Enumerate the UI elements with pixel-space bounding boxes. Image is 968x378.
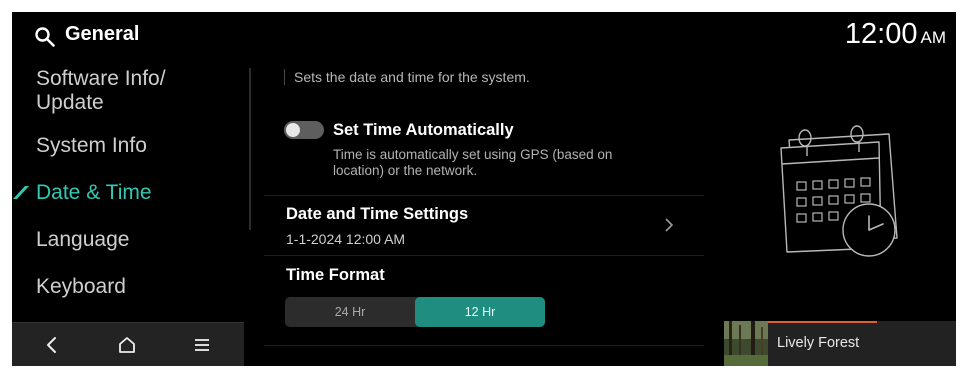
sidebar-item-label: Date & Time: [36, 181, 152, 204]
back-icon[interactable]: [40, 333, 64, 357]
sidebar-item-software-info[interactable]: Software Info/ Update: [36, 67, 236, 115]
page-description: Sets the date and time for the system.: [284, 69, 530, 85]
sidebar-item-label-line: Software Info/: [36, 67, 166, 90]
divider: [264, 255, 704, 256]
menu-icon[interactable]: [190, 333, 214, 357]
sidebar-item-date-time[interactable]: Date & Time: [36, 181, 236, 205]
sidebar-item-keyboard[interactable]: Keyboard: [36, 275, 236, 299]
page-title: General: [65, 23, 140, 45]
sidebar-item-label: System Info: [36, 134, 147, 157]
media-title: Lively Forest: [777, 335, 860, 351]
sidebar-item-language[interactable]: Language: [36, 228, 236, 252]
clock-time: 12:00: [844, 18, 918, 50]
date-time-settings-title: Date and Time Settings: [286, 205, 469, 223]
auto-time-description: Time is automatically set using GPS (bas…: [333, 147, 613, 178]
calendar-clock-icon: [780, 125, 898, 257]
bottom-nav: [12, 322, 244, 366]
auto-time-title: Set Time Automatically: [333, 121, 514, 139]
time-format-12hr-option[interactable]: 12 Hr: [415, 297, 545, 327]
date-time-value: 1-1-2024 12:00 AM: [286, 231, 406, 247]
divider: [264, 345, 704, 346]
sidebar-item-system-info[interactable]: System Info: [36, 134, 236, 158]
time-format-selector: 24 Hr 12 Hr: [285, 297, 545, 327]
time-format-24hr-option[interactable]: 24 Hr: [285, 297, 415, 327]
date-time-settings-row[interactable]: Date and Time Settings 1-1-2024 12:00 AM: [264, 196, 704, 254]
toggle-knob: [286, 123, 300, 137]
sidebar-item-label-line: Update: [36, 91, 104, 114]
screen: General 12:00 AM Software Info/ Update Sy…: [12, 12, 956, 366]
chevron-right-icon: [665, 218, 674, 232]
album-art: [724, 321, 768, 366]
active-indicator: [13, 186, 29, 199]
sidebar-item-label: Keyboard: [36, 275, 126, 298]
clock: 12:00 AM: [845, 18, 946, 51]
media-progress-bar: [768, 321, 877, 323]
home-icon[interactable]: [115, 333, 139, 357]
time-format-title: Time Format: [286, 266, 385, 284]
sidebar-item-label: Software Info/ Update: [36, 67, 236, 115]
search-icon[interactable]: [34, 26, 56, 48]
sidebar-divider: [249, 68, 251, 230]
sidebar-item-label: Language: [36, 228, 130, 251]
auto-time-toggle[interactable]: [284, 121, 324, 139]
media-widget[interactable]: Lively Forest: [724, 321, 956, 366]
clock-ampm: AM: [920, 28, 947, 47]
